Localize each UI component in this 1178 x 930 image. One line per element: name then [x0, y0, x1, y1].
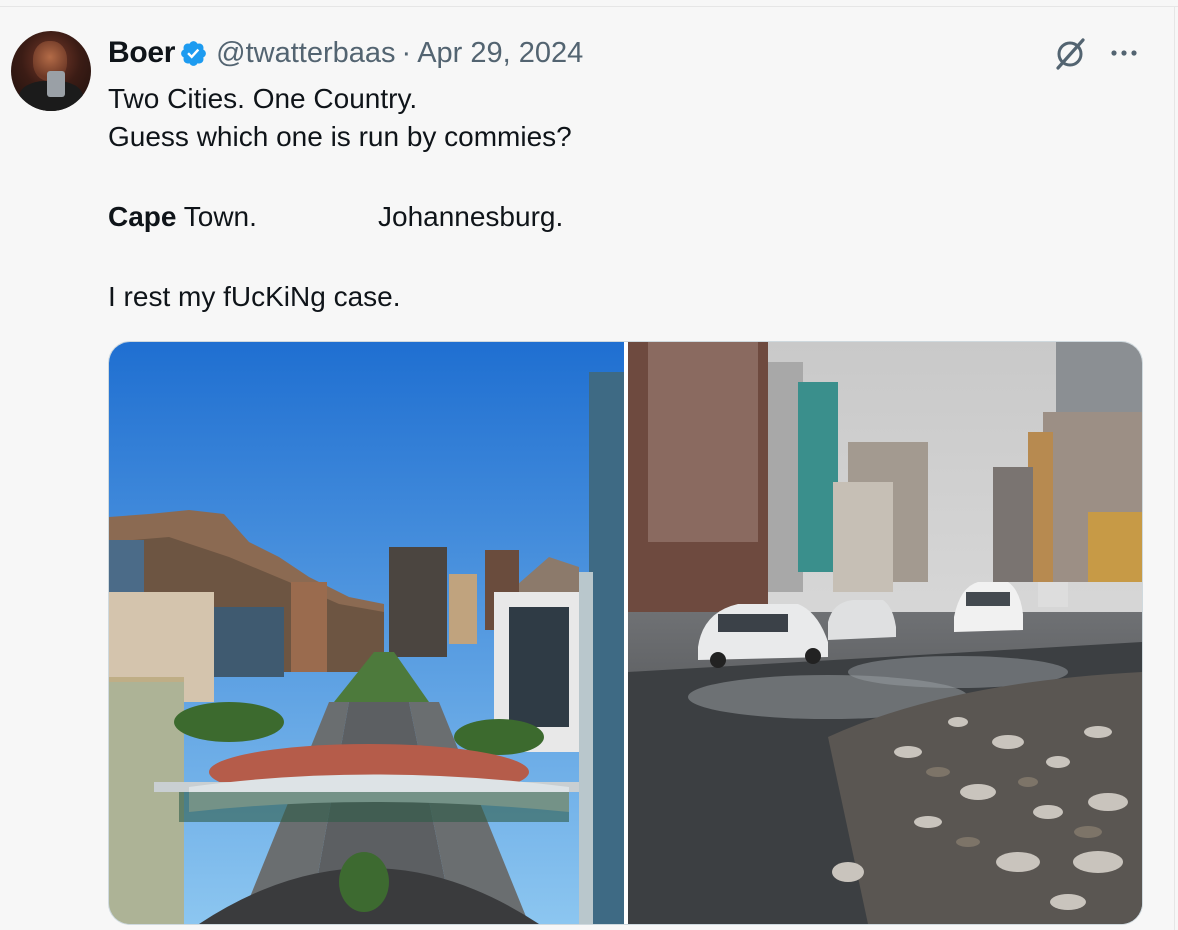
separator-dot: ·	[401, 36, 412, 69]
grok-icon[interactable]	[1051, 35, 1089, 73]
johannesburg-text: Johannesburg.	[378, 201, 564, 232]
tweet-text-line-3: Cape Town. Johannesburg.	[108, 198, 563, 236]
right-divider	[1174, 6, 1175, 930]
cape-town-photo[interactable]	[109, 342, 624, 924]
tweet-header: Boer @twatterbaas · Apr 29, 2024	[108, 33, 583, 73]
avatar[interactable]	[11, 31, 91, 111]
author-name[interactable]: Boer	[108, 36, 175, 70]
johannesburg-photo[interactable]	[628, 342, 1142, 924]
tweet-text-line-4: I rest my fUcKiNg case.	[108, 281, 401, 312]
tweet-media	[108, 341, 1143, 925]
cape-rest-text: Town.	[176, 201, 257, 232]
verified-badge-icon	[181, 40, 207, 66]
more-options-icon[interactable]	[1107, 40, 1141, 66]
top-divider	[0, 6, 1178, 7]
author-handle[interactable]: @twatterbaas	[216, 37, 395, 70]
tweet-text-line-2: Guess which one is run by commies?	[108, 121, 572, 152]
tweet-date[interactable]: Apr 29, 2024	[417, 37, 583, 70]
cape-bold-text: Cape	[108, 201, 177, 232]
tweet-text-line-1: Two Cities. One Country.	[108, 83, 418, 114]
